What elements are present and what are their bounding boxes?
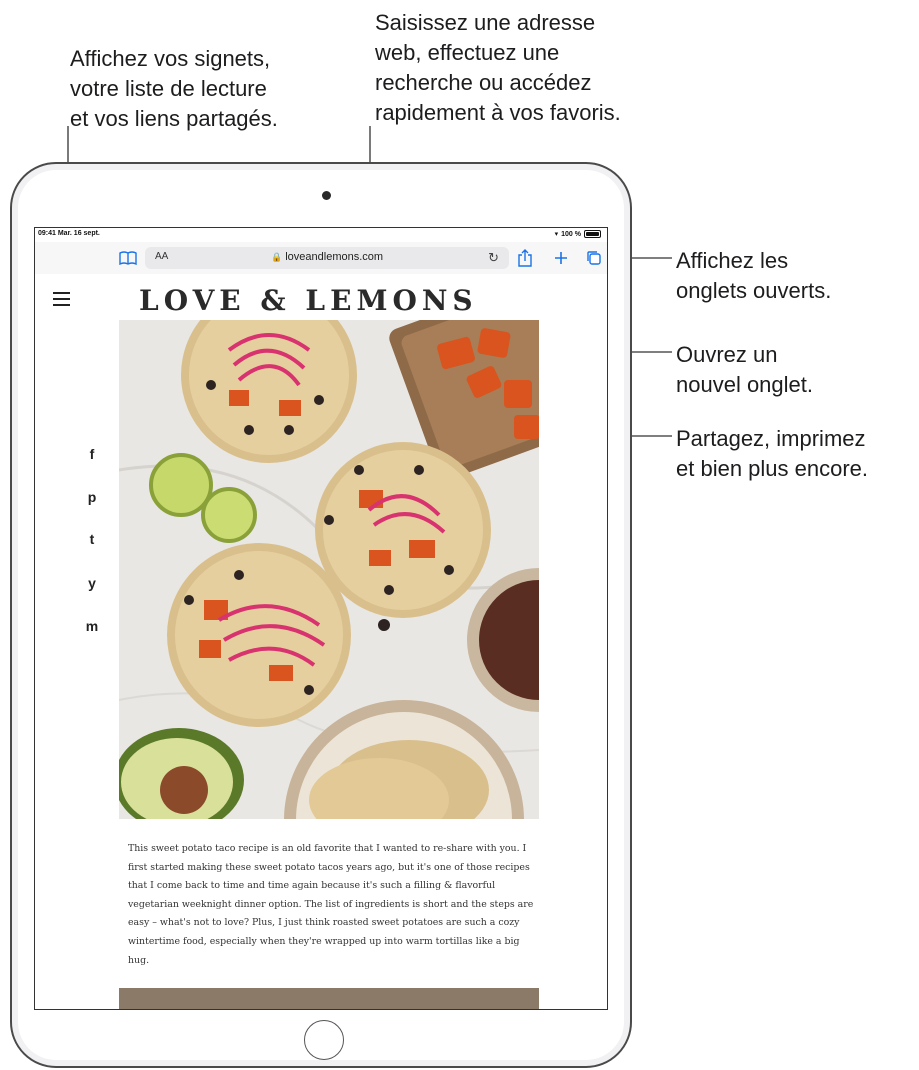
pinterest-icon[interactable]: p <box>82 489 102 505</box>
wifi-icon: ▾ <box>554 231 559 238</box>
url-text: loveandlemons.com <box>285 251 384 263</box>
ipad-screen: 09:41 Mar. 16 sept. ▾ 100 % AA 🔒 loveand… <box>34 227 608 1010</box>
battery-icon <box>584 230 601 238</box>
home-button[interactable] <box>304 1020 344 1060</box>
share-icon[interactable] <box>515 247 535 269</box>
url-display: 🔒 loveandlemons.com <box>145 251 509 263</box>
tacos-photo <box>119 320 539 819</box>
twitter-icon[interactable]: t <box>82 531 102 547</box>
menu-icon[interactable] <box>53 292 70 310</box>
email-icon[interactable]: m <box>82 618 102 634</box>
reload-icon[interactable]: ↻ <box>488 250 499 266</box>
status-time-date: 09:41 Mar. 16 sept. <box>38 230 100 237</box>
yummly-icon[interactable]: y <box>82 575 102 591</box>
status-right: ▾ 100 % <box>555 230 601 238</box>
status-bar: 09:41 Mar. 16 sept. ▾ 100 % <box>35 228 607 242</box>
safari-toolbar: AA 🔒 loveandlemons.com ↻ <box>35 242 607 274</box>
next-image-strip <box>119 988 539 1009</box>
facebook-icon[interactable]: f <box>82 446 102 462</box>
battery-percent: 100 % <box>561 230 581 238</box>
address-bar[interactable]: AA 🔒 loveandlemons.com ↻ <box>145 247 509 269</box>
lock-icon: 🔒 <box>270 252 283 262</box>
article-text: This sweet potato taco recipe is an old … <box>128 843 534 966</box>
tabs-overview-icon[interactable] <box>583 247 605 269</box>
site-header: LOVE & LEMONS <box>35 274 607 320</box>
front-camera <box>322 191 331 200</box>
site-logo[interactable]: LOVE & LEMONS <box>139 284 478 317</box>
bookmarks-icon[interactable] <box>117 248 139 268</box>
new-tab-icon[interactable] <box>550 247 572 269</box>
